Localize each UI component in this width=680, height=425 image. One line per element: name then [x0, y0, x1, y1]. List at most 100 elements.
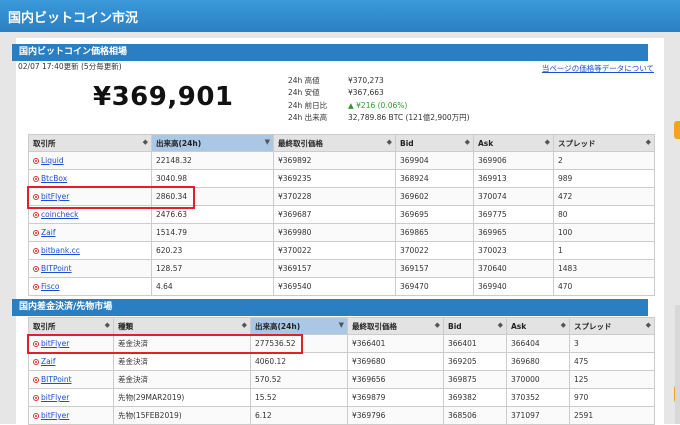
- side-tab-marker[interactable]: [674, 121, 680, 139]
- cell-exchange: BITPoint: [28, 259, 152, 278]
- sort-icon: ◆: [142, 138, 148, 146]
- table-cell: ¥370022: [273, 241, 396, 260]
- table-cell: ¥369680: [347, 352, 444, 371]
- japan-flag-icon: [33, 176, 39, 182]
- table-cell: 369382: [443, 388, 507, 407]
- table-cell: 368506: [443, 406, 507, 425]
- exchange-link[interactable]: bitFlyer: [41, 393, 69, 402]
- sort-desc-icon: ▼: [264, 138, 270, 146]
- japan-flag-icon: [33, 413, 39, 419]
- cell-exchange: Zaif: [28, 223, 152, 242]
- table-cell: 80: [553, 205, 655, 224]
- table-cell: 4060.12: [250, 352, 348, 371]
- column-header-exchange[interactable]: 取引所 ◆: [28, 134, 152, 152]
- table-cell: 370352: [506, 388, 570, 407]
- exchange-link[interactable]: bitbank.cc: [41, 246, 80, 255]
- table-row: BtcBox 3040.98 ¥369235 368924 369913 989: [28, 169, 655, 188]
- table-cell: 369965: [473, 223, 554, 242]
- exchange-link[interactable]: Fisco: [41, 282, 59, 291]
- column-header-ask[interactable]: Ask ◆: [473, 134, 554, 152]
- column-header-last-price[interactable]: 最終取引価格 ◆: [273, 134, 396, 152]
- sort-icon: ◆: [560, 321, 566, 329]
- exchange-link[interactable]: Zaif: [41, 228, 55, 237]
- sort-icon: ◆: [464, 138, 470, 146]
- table-cell: 369157: [395, 259, 474, 278]
- stat-value-high: ¥370,273: [348, 76, 384, 85]
- sort-icon: ◆: [386, 138, 392, 146]
- sort-icon: ◆: [645, 138, 651, 146]
- sort-icon: ◆: [645, 321, 651, 329]
- column-header-ask[interactable]: Ask ◆: [506, 317, 570, 335]
- table-cell: 369865: [395, 223, 474, 242]
- table-cell: 370000: [506, 370, 570, 389]
- table-cell: 369602: [395, 187, 474, 206]
- section-title-futures: 国内差金決済/先物市場: [12, 299, 648, 316]
- cell-exchange: bitFlyer: [28, 406, 114, 425]
- table-cell: 差金決済: [113, 352, 251, 371]
- column-header-bid[interactable]: Bid ◆: [443, 317, 507, 335]
- stat-label-change: 24h 前日比: [288, 100, 328, 110]
- cell-exchange: bitFlyer: [28, 388, 114, 407]
- japan-flag-icon: [33, 377, 39, 383]
- page-header: 国内ビットコイン市況: [0, 0, 680, 32]
- table-cell: 15.52: [250, 388, 348, 407]
- table-cell: 差金決済: [113, 370, 251, 389]
- table-cell: 1514.79: [151, 223, 274, 242]
- column-header-volume[interactable]: 出来高(24h) ▼: [250, 317, 348, 335]
- exchange-link[interactable]: BITPoint: [41, 375, 72, 384]
- sort-icon: ◆: [497, 321, 503, 329]
- cell-exchange: Zaif: [28, 352, 114, 371]
- exchange-link[interactable]: bitFlyer: [41, 411, 69, 420]
- column-header-volume[interactable]: 出来高(24h) ▼: [151, 134, 274, 152]
- table-cell: 3: [569, 334, 655, 353]
- column-header-exchange[interactable]: 取引所 ◆: [28, 317, 114, 335]
- table-cell: ¥369879: [347, 388, 444, 407]
- table-cell: 3040.98: [151, 169, 274, 188]
- table-cell: 369875: [443, 370, 507, 389]
- column-header-bid[interactable]: Bid ◆: [395, 134, 474, 152]
- table-row: Zaif 差金決済 4060.12 ¥369680 369205 369680 475: [28, 352, 655, 371]
- table-cell: 472: [553, 187, 655, 206]
- column-header-spread[interactable]: スプレッド ◆: [569, 317, 655, 335]
- table-row: bitbank.cc 620.23 ¥370022 370022 370023 1: [28, 241, 655, 260]
- scrollbar-track[interactable]: [675, 305, 680, 424]
- table-cell: ¥369796: [347, 406, 444, 425]
- cell-exchange: bitbank.cc: [28, 241, 152, 260]
- table-row: BITPoint 差金決済 570.52 ¥369656 369875 370000 125: [28, 370, 655, 389]
- price-data-link[interactable]: 当ページの価格等データについて: [542, 63, 654, 74]
- table-cell: 970: [569, 388, 655, 407]
- table-cell: 369904: [395, 151, 474, 170]
- table-row: bitFlyer 先物(29MAR2019) 15.52 ¥369879 369382 3…: [28, 388, 655, 407]
- highlight-box-bitflyer-spot: [27, 186, 195, 209]
- cell-exchange: Fisco: [28, 277, 152, 296]
- table-cell: 先物(15FEB2019): [113, 406, 251, 425]
- exchange-link[interactable]: BtcBox: [41, 174, 67, 183]
- exchange-link[interactable]: coincheck: [41, 210, 79, 219]
- column-header-spread[interactable]: スプレッド ◆: [553, 134, 655, 152]
- table-cell: 366401: [443, 334, 507, 353]
- sort-icon: ◆: [544, 138, 550, 146]
- table-cell: ¥369540: [273, 277, 396, 296]
- column-header-last-price[interactable]: 最終取引価格 ◆: [347, 317, 444, 335]
- stat-label-volume: 24h 出来高: [288, 113, 328, 123]
- table-cell: 989: [553, 169, 655, 188]
- column-header-type[interactable]: 種類 ◆: [113, 317, 251, 335]
- table-cell: 2591: [569, 406, 655, 425]
- table-cell: 369695: [395, 205, 474, 224]
- sort-icon: ◆: [241, 321, 247, 329]
- stat-value-volume: 32,789.86 BTC (121億2,900万円): [348, 113, 470, 123]
- table-cell: 369680: [506, 352, 570, 371]
- exchange-link[interactable]: Liquid: [41, 156, 64, 165]
- table-cell: 371097: [506, 406, 570, 425]
- exchange-link[interactable]: BITPoint: [41, 264, 72, 273]
- sort-icon: ◆: [434, 321, 440, 329]
- table-cell: 470: [553, 277, 655, 296]
- japan-flag-icon: [33, 212, 39, 218]
- stat-value-low: ¥367,663: [348, 88, 384, 98]
- section-title-spot: 国内ビットコイン価格相場: [12, 44, 648, 61]
- exchange-link[interactable]: Zaif: [41, 357, 55, 366]
- table-cell: 370022: [395, 241, 474, 260]
- table-cell: 368924: [395, 169, 474, 188]
- table-cell: 366404: [506, 334, 570, 353]
- japan-flag-icon: [33, 359, 39, 365]
